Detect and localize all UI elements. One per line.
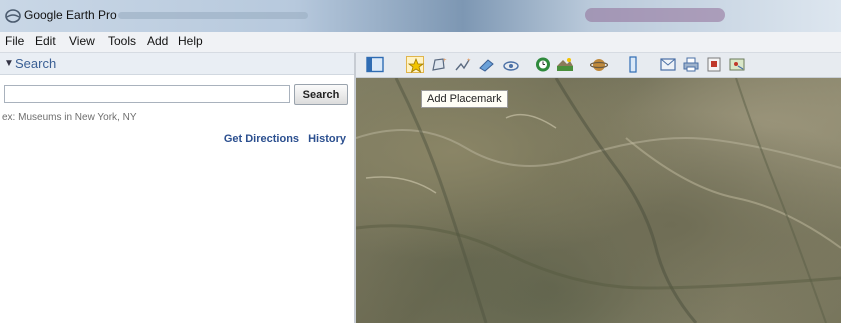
svg-text:+: +	[443, 58, 447, 64]
search-panel-title: Search	[15, 56, 57, 71]
historical-imagery-icon[interactable]	[534, 56, 552, 73]
add-path-icon[interactable]: +	[454, 56, 472, 73]
view-in-maps-icon[interactable]	[728, 56, 746, 73]
blurred-title-text	[118, 12, 308, 19]
title-bar: Google Earth Pro	[0, 0, 841, 32]
get-directions-link[interactable]: Get Directions	[224, 133, 299, 145]
menu-help[interactable]: Help	[178, 34, 203, 48]
switch-planet-icon[interactable]	[590, 56, 608, 73]
search-hint: ex: Museums in New York, NY	[2, 112, 137, 123]
ruler-icon[interactable]	[624, 56, 642, 73]
add-placemark-icon[interactable]	[406, 56, 425, 73]
print-icon[interactable]	[682, 56, 700, 73]
terrain-ridges	[356, 78, 841, 323]
map-view[interactable]	[356, 78, 841, 323]
menu-bar: File Edit View Tools Add Help	[0, 32, 841, 53]
menu-tools[interactable]: Tools	[108, 34, 136, 48]
menu-edit[interactable]: Edit	[35, 34, 56, 48]
menu-file[interactable]: File	[5, 34, 24, 48]
save-image-icon[interactable]	[705, 56, 723, 73]
sidebar-toggle-icon[interactable]	[366, 56, 384, 73]
search-links: Get Directions History	[218, 133, 346, 145]
add-placemark-tooltip: Add Placemark	[421, 90, 508, 108]
search-button[interactable]: Search	[294, 84, 348, 105]
search-input[interactable]	[4, 85, 290, 103]
add-polygon-icon[interactable]: +	[430, 56, 448, 73]
blurred-title-area	[585, 8, 725, 22]
sunlight-icon[interactable]	[556, 56, 574, 73]
email-icon[interactable]	[659, 56, 677, 73]
record-tour-icon[interactable]	[502, 56, 520, 73]
search-panel: ▼ Search Search ex: Museums in New York,…	[0, 53, 356, 323]
add-image-overlay-icon[interactable]	[478, 56, 496, 73]
menu-view[interactable]: View	[69, 34, 95, 48]
collapse-triangle-icon[interactable]: ▼	[4, 58, 14, 69]
menu-add[interactable]: Add	[147, 34, 168, 48]
window-title: Google Earth Pro	[24, 8, 117, 22]
svg-text:+: +	[467, 58, 471, 64]
toolbar: + +	[356, 53, 841, 78]
google-earth-icon	[5, 9, 21, 23]
search-panel-header[interactable]: ▼ Search	[0, 53, 354, 75]
history-link[interactable]: History	[308, 133, 346, 145]
